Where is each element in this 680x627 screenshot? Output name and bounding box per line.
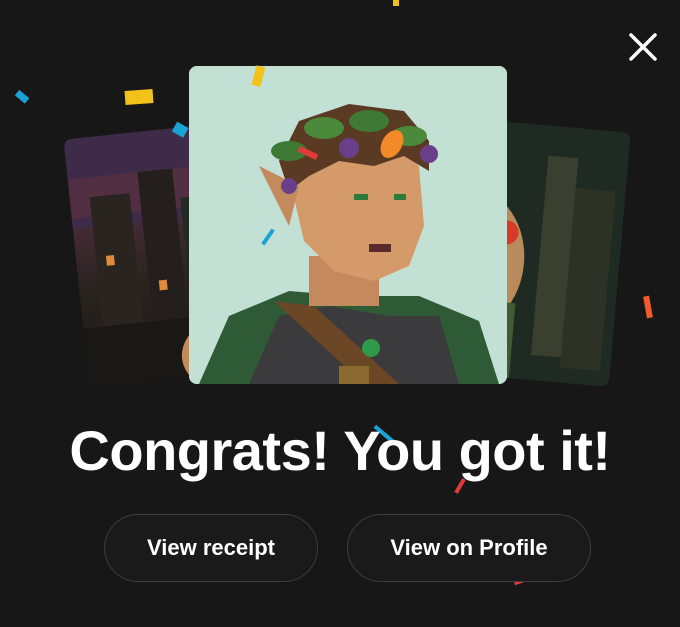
close-button[interactable] <box>622 26 664 68</box>
purchase-success-dialog: Congrats! You got it! View receipt View … <box>0 0 680 627</box>
elf-character-image <box>189 66 507 384</box>
view-on-profile-button[interactable]: View on Profile <box>347 514 591 582</box>
purchased-item-card <box>189 66 507 384</box>
close-icon <box>629 33 657 61</box>
success-headline: Congrats! You got it! <box>69 419 611 482</box>
view-receipt-button[interactable]: View receipt <box>104 514 318 582</box>
